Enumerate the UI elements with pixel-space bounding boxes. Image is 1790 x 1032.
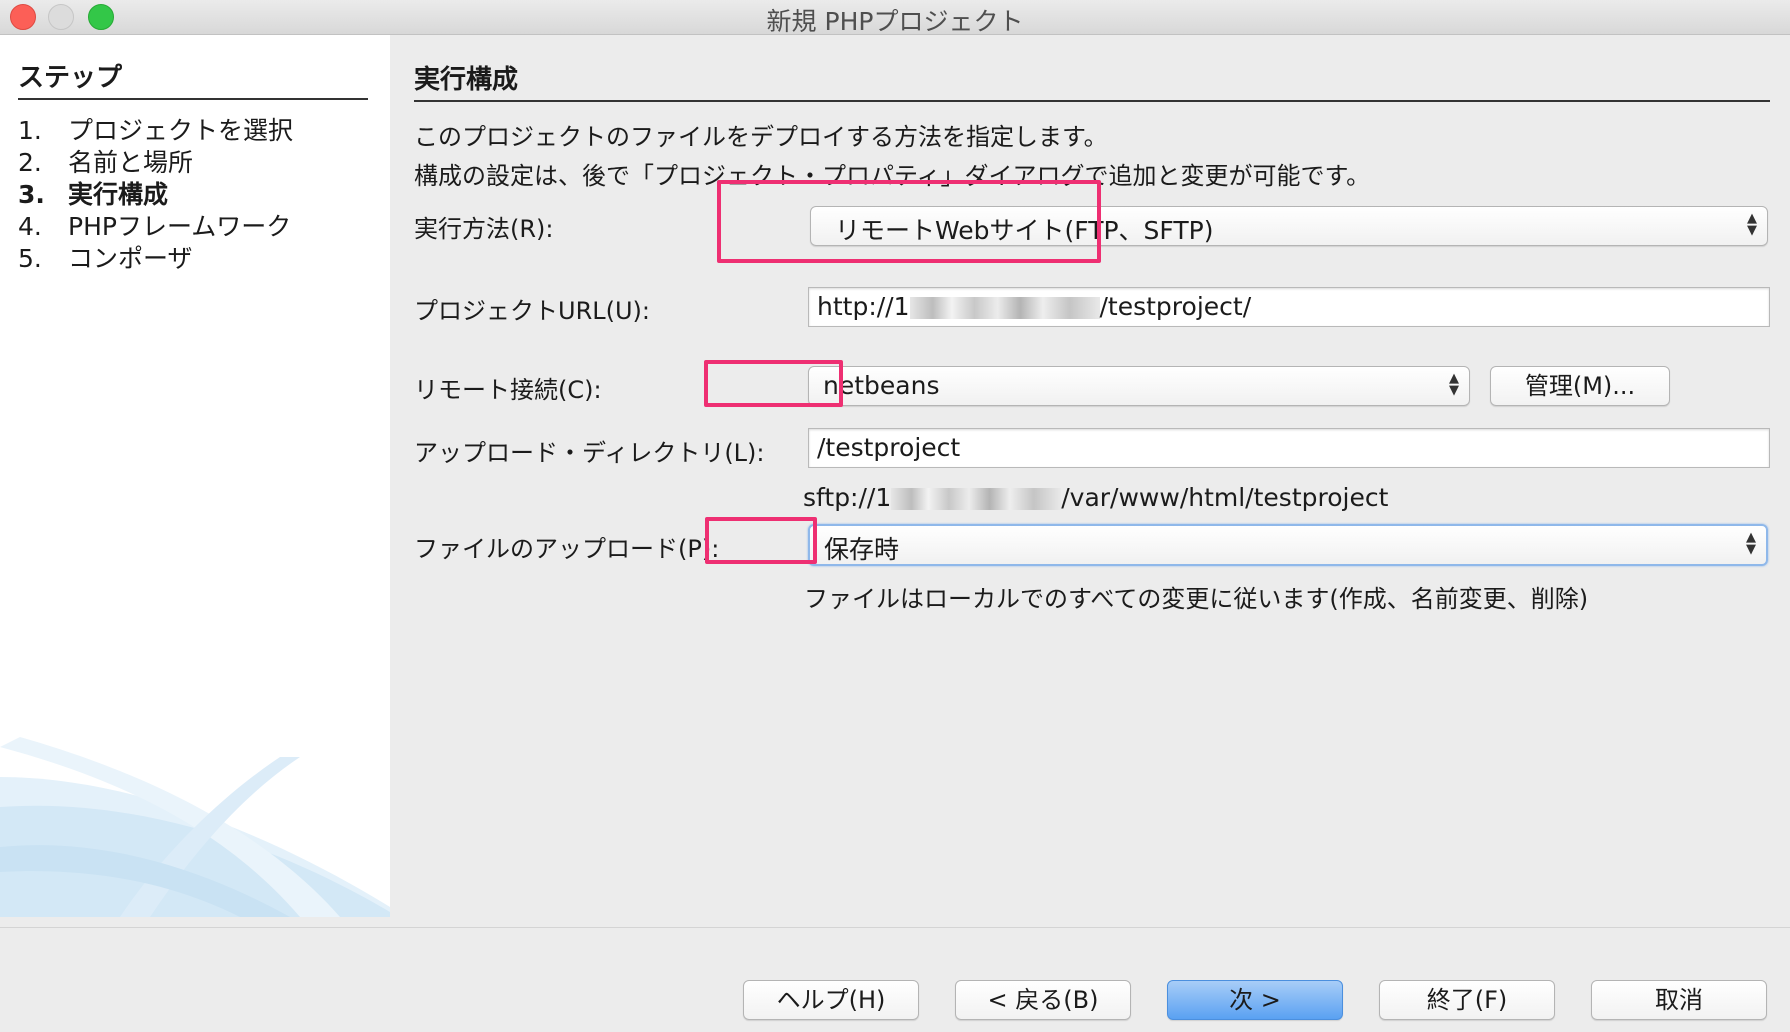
upload-directory-input[interactable]: /testproject [808, 428, 1770, 468]
step-number: 1. [18, 116, 42, 145]
steps-list: 1. プロジェクトを選択 2. 名前と場所 3. 実行構成 4. PHPフレームワーク … [18, 115, 293, 275]
redacted-address [909, 297, 1100, 319]
sftp-path: sftp://1/var/www/html/testproject [803, 483, 1388, 512]
step-number: 3. [18, 180, 45, 209]
description-line-1: このプロジェクトのファイルをデプロイする方法を指定します。 [414, 123, 1108, 151]
steps-heading: ステップ [18, 57, 368, 100]
step-item-current: 3. 実行構成 [18, 179, 293, 211]
project-url-suffix: /testproject/ [1099, 292, 1252, 321]
run-as-label: 実行方法(R): [414, 215, 554, 243]
step-label: プロジェクトを選択 [68, 116, 294, 145]
upload-files-label: ファイルのアップロード(P): [414, 535, 720, 563]
step-label: 実行構成 [68, 180, 169, 209]
step-number: 5. [18, 244, 42, 273]
next-button[interactable]: 次 > [1167, 980, 1343, 1020]
dropdown-arrows-icon: ▲ ▼ [1746, 530, 1756, 557]
window-title: 新規 PHPプロジェクト [766, 7, 1024, 36]
step-item: 2. 名前と場所 [18, 147, 293, 179]
upload-hint: ファイルはローカルでのすべての変更に従います(作成、名前変更、削除) [804, 585, 1589, 613]
project-url-label: プロジェクトURL(U): [414, 297, 650, 325]
step-number: 4. [18, 212, 42, 241]
help-button[interactable]: ヘルプ(H) [743, 980, 919, 1020]
step-label: コンポーザ [68, 244, 193, 273]
main-panel: 実行構成 このプロジェクトのファイルをデプロイする方法を指定します。 構成の設定… [390, 35, 1790, 917]
upload-directory-label: アップロード・ディレクトリ(L): [414, 439, 765, 467]
footer-separator [0, 927, 1790, 928]
description-line-2: 構成の設定は、後で「プロジェクト・プロパティ」ダイアログで追加と変更が可能です。 [414, 162, 1371, 190]
upload-files-dropdown[interactable]: 保存時 ▲ ▼ [808, 524, 1768, 566]
title-bar: 新規 PHPプロジェクト [0, 0, 1790, 36]
upload-directory-value: /testproject [817, 433, 961, 462]
decorative-swoosh-graphic [0, 737, 390, 917]
cancel-button[interactable]: 取消 [1591, 980, 1767, 1020]
steps-sidebar: ステップ 1. プロジェクトを選択 2. 名前と場所 3. 実行構成 4. PHPフレー… [0, 35, 390, 917]
run-as-value: リモートWebサイト(FTP、SFTP) [835, 216, 1214, 245]
section-heading: 実行構成 [414, 59, 1770, 102]
dropdown-arrows-icon: ▲ ▼ [1747, 211, 1757, 238]
finish-button[interactable]: 終了(F) [1379, 980, 1555, 1020]
project-url-input[interactable]: http://1/testproject/ [808, 287, 1770, 327]
remote-connection-label: リモート接続(C): [414, 376, 602, 404]
remote-connection-dropdown[interactable]: netbeans ▲ ▼ [808, 366, 1470, 406]
step-label: 名前と場所 [68, 148, 194, 177]
sftp-path-suffix: /var/www/html/testproject [1061, 483, 1389, 512]
dropdown-arrows-icon: ▲ ▼ [1449, 371, 1459, 398]
upload-files-value: 保存時 [824, 535, 900, 564]
step-item: 5. コンポーザ [18, 243, 293, 275]
step-number: 2. [18, 148, 42, 177]
sftp-path-prefix: sftp://1 [803, 483, 892, 512]
step-item: 4. PHPフレームワーク [18, 211, 293, 243]
back-button[interactable]: < 戻る(B) [955, 980, 1131, 1020]
manage-button[interactable]: 管理(M)... [1490, 366, 1670, 406]
project-url-prefix: http://1 [817, 292, 910, 321]
highlight-box [705, 517, 817, 564]
run-as-dropdown[interactable]: リモートWebサイト(FTP、SFTP) ▲ ▼ [810, 206, 1768, 246]
redacted-address [891, 488, 1062, 510]
step-item: 1. プロジェクトを選択 [18, 115, 293, 147]
remote-connection-value: netbeans [823, 371, 940, 400]
step-label: PHPフレームワーク [68, 212, 292, 241]
